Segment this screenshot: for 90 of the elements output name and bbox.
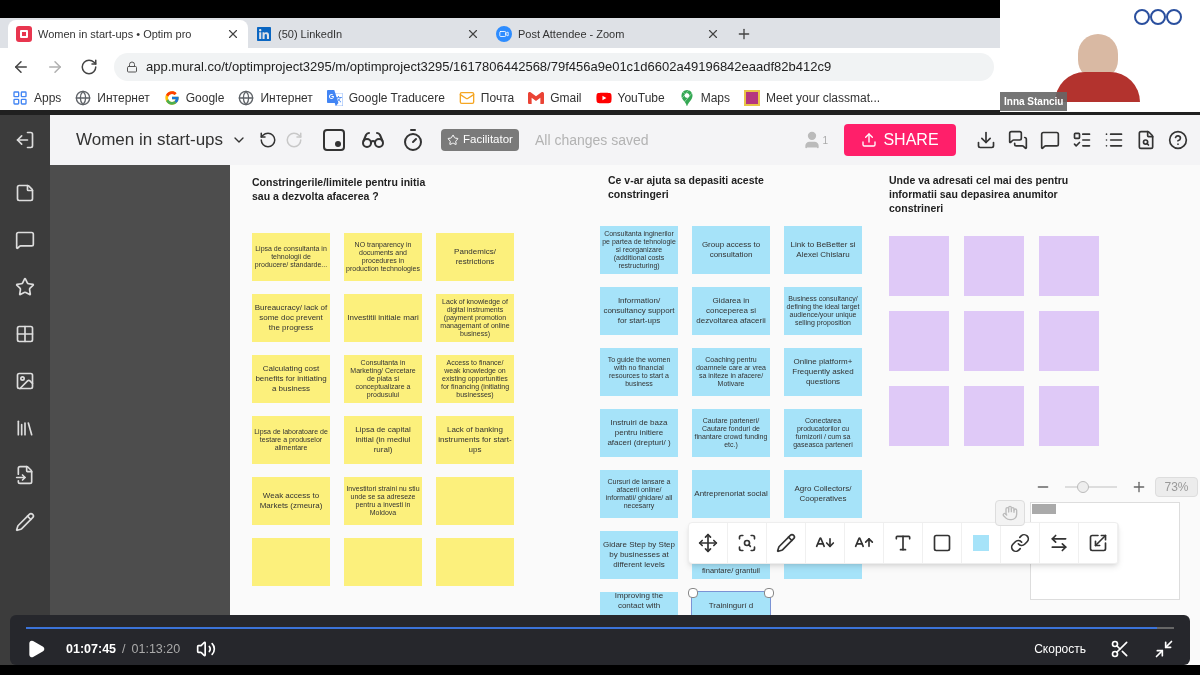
sticky-note[interactable]: Weak access to Markets (zmeura) xyxy=(252,477,330,525)
bookmark[interactable]: Apps xyxy=(12,89,62,107)
reload-icon[interactable] xyxy=(80,58,98,76)
facilitator-badge[interactable]: Facilitator xyxy=(441,129,519,151)
section-title: Ce v-ar ajuta sa depasiti aceste constringeri xyxy=(608,173,765,201)
globe-icon xyxy=(75,90,92,106)
apps-grid-icon xyxy=(12,90,28,106)
sticky-note-icon[interactable] xyxy=(15,183,35,203)
sticky-note[interactable]: Investitii initiale mari xyxy=(344,294,422,342)
envelope-icon xyxy=(458,90,475,106)
grid-icon[interactable] xyxy=(15,324,35,344)
sticky-note[interactable]: Online platform+ Frequently asked questions xyxy=(784,348,862,396)
address-bar[interactable]: app.mural.co/t/optimproject3295/m/optimproject3295/1617806442568/79f456a9e01c1d6602a49196842eaadf82b412c9 xyxy=(114,53,994,81)
sticky-note[interactable]: Link to BeBetter si Alexei Chislaru xyxy=(784,226,862,274)
save-status: All changes saved xyxy=(534,130,649,150)
google-icon xyxy=(163,90,180,106)
pencil-icon[interactable] xyxy=(15,512,35,532)
browser-tab[interactable]: Women in start-ups • Optim pro xyxy=(8,20,248,48)
sticky-note[interactable]: Pandemics/ restrictions xyxy=(436,233,514,281)
search-icon[interactable] xyxy=(1136,130,1156,150)
library-icon[interactable] xyxy=(15,418,35,438)
participant-name: Inna Stanciu xyxy=(1000,92,1068,111)
tab-title: Post Attendee - Zoom xyxy=(518,26,626,42)
sticky-note[interactable]: Agro Collectors/ Cooperatives xyxy=(784,470,862,518)
url-text: app.mural.co/t/optimproject3295/m/optimproject3295/1617806442568/79f456a9e01c1d6602a49196842eaadf82b412c9 xyxy=(146,58,832,77)
bookmark[interactable]: Почта xyxy=(458,89,515,107)
lock-icon xyxy=(126,61,138,73)
help-icon[interactable] xyxy=(1168,130,1188,150)
gmail-icon xyxy=(528,90,545,106)
sticky-note[interactable]: Gidarea in conceperea si dezvoltarea afacerii xyxy=(692,287,770,335)
section-title: Constringerile/limitele pentru initia sau a dezvolta afacerea ? xyxy=(252,175,427,203)
section-title: Unde va adresati cel mai des pentru informatii sau depasirea anumitor constrineri xyxy=(889,173,1070,215)
sticky-note[interactable]: Lipsa de capital initial (in mediul rural) xyxy=(344,416,422,464)
import-icon[interactable] xyxy=(15,465,35,485)
comments-icon[interactable] xyxy=(1008,130,1028,150)
image-icon[interactable] xyxy=(15,371,35,391)
bookmark-icon xyxy=(744,90,760,106)
bookmark[interactable]: Gmail xyxy=(528,89,582,107)
scissors-icon[interactable] xyxy=(1110,639,1130,659)
zoom-level: 73% xyxy=(1155,477,1198,497)
volume-icon[interactable] xyxy=(196,639,217,659)
play-icon[interactable] xyxy=(26,639,46,659)
elapsed-time: 01:07:45 xyxy=(66,640,117,658)
bookmark[interactable]: Google xyxy=(163,89,225,107)
youtube-icon xyxy=(595,90,612,106)
close-icon[interactable] xyxy=(706,27,720,41)
sticky-note[interactable]: Calculating cost benefits for initiating a business xyxy=(252,355,330,403)
shapes-icon[interactable] xyxy=(15,230,35,250)
exit-icon[interactable] xyxy=(15,130,35,150)
video-camera-icon xyxy=(496,26,512,42)
sticky-note[interactable]: Information/ consultancy support for start-ups xyxy=(600,287,678,335)
share-button[interactable]: SHARE xyxy=(844,124,956,156)
bookmark[interactable]: Maps xyxy=(678,89,730,107)
undo-icon[interactable] xyxy=(259,131,278,149)
download-icon[interactable] xyxy=(976,130,996,150)
upload-icon xyxy=(861,132,878,148)
bookmark[interactable]: Meet your classmat... xyxy=(744,89,881,107)
new-tab-icon[interactable] xyxy=(736,26,752,42)
sticky-note[interactable]: Improving the contact with xyxy=(600,592,678,615)
exit-fullscreen-icon[interactable] xyxy=(1154,639,1174,659)
sticky-note[interactable]: Group access to consultation xyxy=(692,226,770,274)
zoom-in-icon[interactable] xyxy=(1131,479,1147,495)
star-icon[interactable] xyxy=(15,277,35,297)
comment-icon[interactable] xyxy=(1040,130,1060,150)
app-logo-icon xyxy=(16,26,32,42)
bookmark[interactable]: Интернет xyxy=(75,89,150,107)
participant-count: 1 xyxy=(822,133,828,148)
close-icon[interactable] xyxy=(466,27,480,41)
globe-icon xyxy=(238,90,255,106)
translate-icon xyxy=(326,90,343,106)
tab-title: Women in start-ups • Optim pro xyxy=(38,26,193,42)
sticky-note[interactable]: Bureaucracy/ lack of some doc prevent the progress xyxy=(252,294,330,342)
outline-icon[interactable] xyxy=(1104,130,1124,150)
time-separator: / xyxy=(122,640,126,658)
close-icon[interactable] xyxy=(226,27,240,41)
linkedin-icon xyxy=(256,26,272,42)
bookmark[interactable]: Google Traducere xyxy=(326,89,445,107)
sticky-note[interactable]: Gidare Step by Step by businesses at different levels xyxy=(600,531,678,579)
sticky-note[interactable]: Lack of banking instruments for start-ups xyxy=(436,416,514,464)
sticky-note[interactable]: Instruiri de baza pentru initiere afaceri (drepturi/ ) xyxy=(600,409,678,457)
logo-icon xyxy=(1134,6,1182,28)
total-time: 01:13:20 xyxy=(131,640,181,658)
tab-title: (50) LinkedIn xyxy=(278,26,344,42)
bookmark[interactable]: YouTube xyxy=(595,89,665,107)
list-clock-icon[interactable] xyxy=(1072,130,1092,150)
speed-button[interactable]: Скорость xyxy=(1034,640,1086,658)
bookmark[interactable]: Интернет xyxy=(238,89,313,107)
board-title[interactable]: Women in start-ups xyxy=(76,127,224,153)
sticky-note[interactable]: Antreprenoriat social xyxy=(692,470,770,518)
star-icon xyxy=(447,134,460,146)
